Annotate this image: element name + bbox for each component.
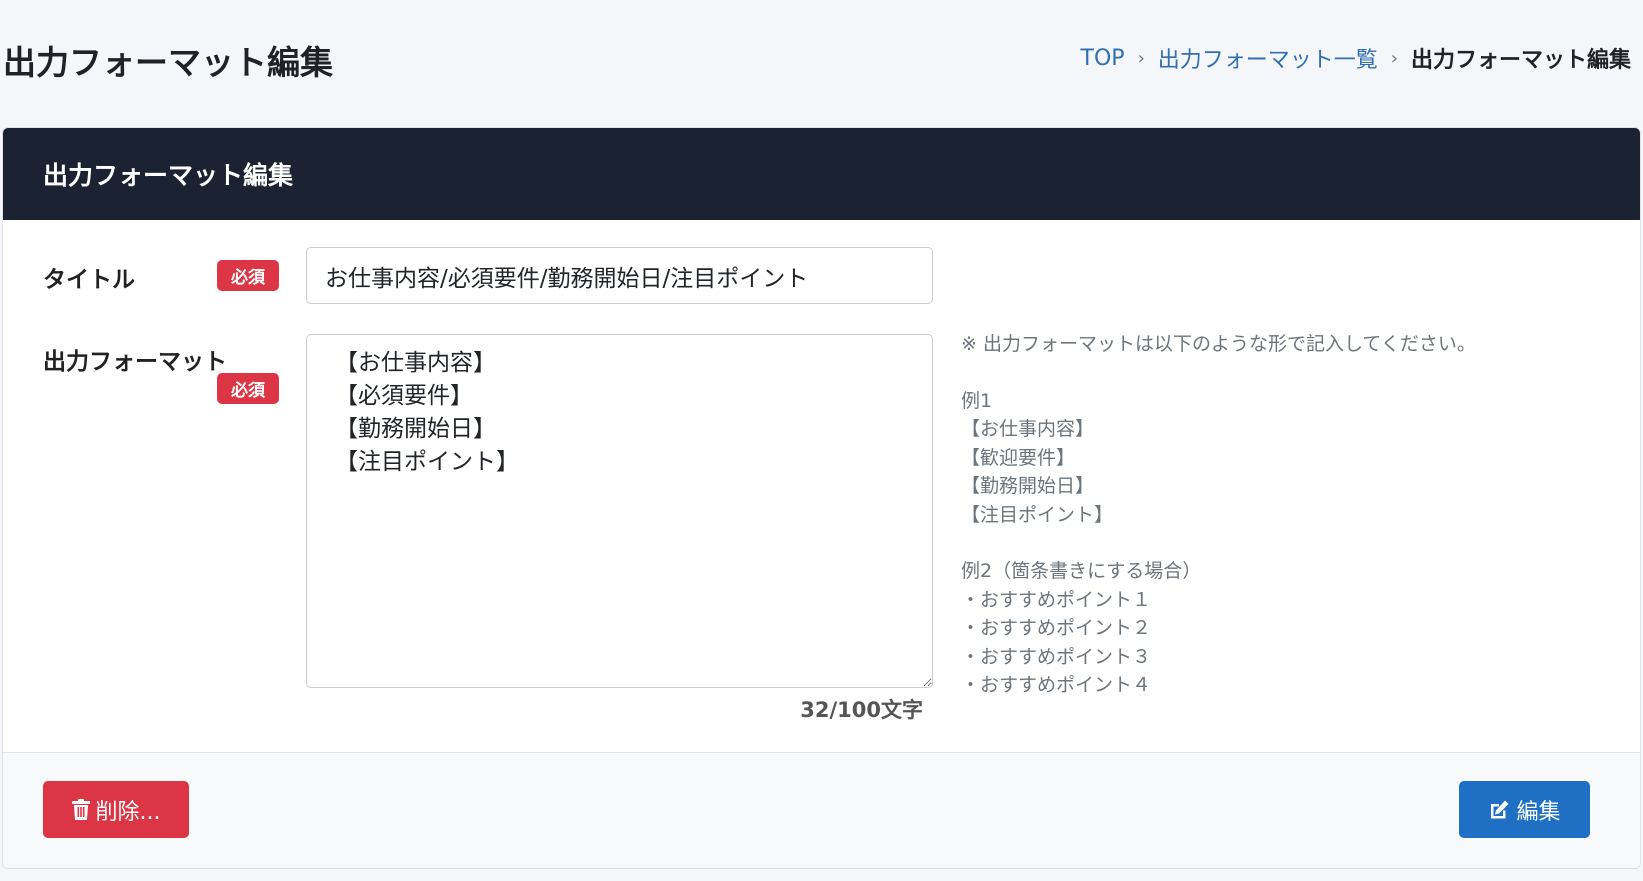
example1-line: 【注目ポイント】 — [961, 503, 1114, 526]
example2-line: ・おすすめポイント４ — [961, 674, 1152, 696]
page-header: 出力フォーマット編集 TOP › 出力フォーマット一覧 › 出力フォーマット編集 — [0, 0, 1643, 120]
example1-line: 【勤務開始日】 — [961, 475, 1095, 497]
example1-label: 例1 — [961, 389, 993, 412]
example2-line: ・おすすめポイント２ — [961, 617, 1152, 639]
edit-card: 出力フォーマット編集 タイトル 必須 出力フォーマット 必須 【お仕事内容】 【… — [2, 127, 1641, 869]
char-count: 32/100文字 — [800, 698, 923, 722]
format-hint: ※ 出力フォーマットは以下のような形で記入してください。 例1 【お仕事内容】 … — [961, 330, 1601, 700]
delete-button-label: 削除... — [95, 799, 161, 825]
example1-line: 【お仕事内容】 — [961, 418, 1095, 440]
trash-icon — [71, 799, 90, 820]
format-textarea[interactable]: 【お仕事内容】 【必須要件】 【勤務開始日】 【注目ポイント】 — [306, 334, 933, 688]
edit-icon — [1488, 799, 1510, 821]
breadcrumb-item-format-list[interactable]: 出力フォーマット一覧 — [1158, 42, 1378, 74]
example2-line: ・おすすめポイント３ — [961, 645, 1152, 668]
title-input[interactable] — [306, 247, 933, 304]
breadcrumb-current: 出力フォーマット編集 — [1410, 48, 1631, 73]
required-badge: 必須 — [217, 373, 279, 404]
breadcrumb-separator: › — [1390, 47, 1398, 69]
title-label: タイトル — [43, 267, 135, 293]
page-title: 出力フォーマット編集 — [3, 43, 333, 82]
breadcrumb-separator: › — [1137, 47, 1145, 69]
required-badge: 必須 — [217, 260, 279, 291]
edit-button-label: 編集 — [1516, 799, 1561, 825]
card-header: 出力フォーマット編集 — [3, 128, 1640, 220]
card-footer: 削除... 編集 — [3, 752, 1640, 868]
breadcrumb-item-top[interactable]: TOP — [1081, 46, 1125, 71]
example2-line: ・おすすめポイント１ — [961, 588, 1152, 611]
format-label: 出力フォーマット — [43, 349, 227, 375]
breadcrumb: TOP › 出力フォーマット一覧 › 出力フォーマット編集 — [1081, 42, 1631, 74]
hint-note: ※ 出力フォーマットは以下のような形で記入してください。 — [961, 333, 1476, 355]
example2-label: 例2（箇条書きにする場合） — [961, 560, 1202, 582]
example1-line: 【歓迎要件】 — [961, 446, 1076, 469]
delete-button[interactable]: 削除... — [43, 781, 189, 838]
card-title: 出力フォーマット編集 — [43, 161, 294, 190]
edit-button[interactable]: 編集 — [1459, 781, 1590, 838]
card-body: タイトル 必須 出力フォーマット 必須 【お仕事内容】 【必須要件】 【勤務開始… — [3, 220, 1640, 753]
